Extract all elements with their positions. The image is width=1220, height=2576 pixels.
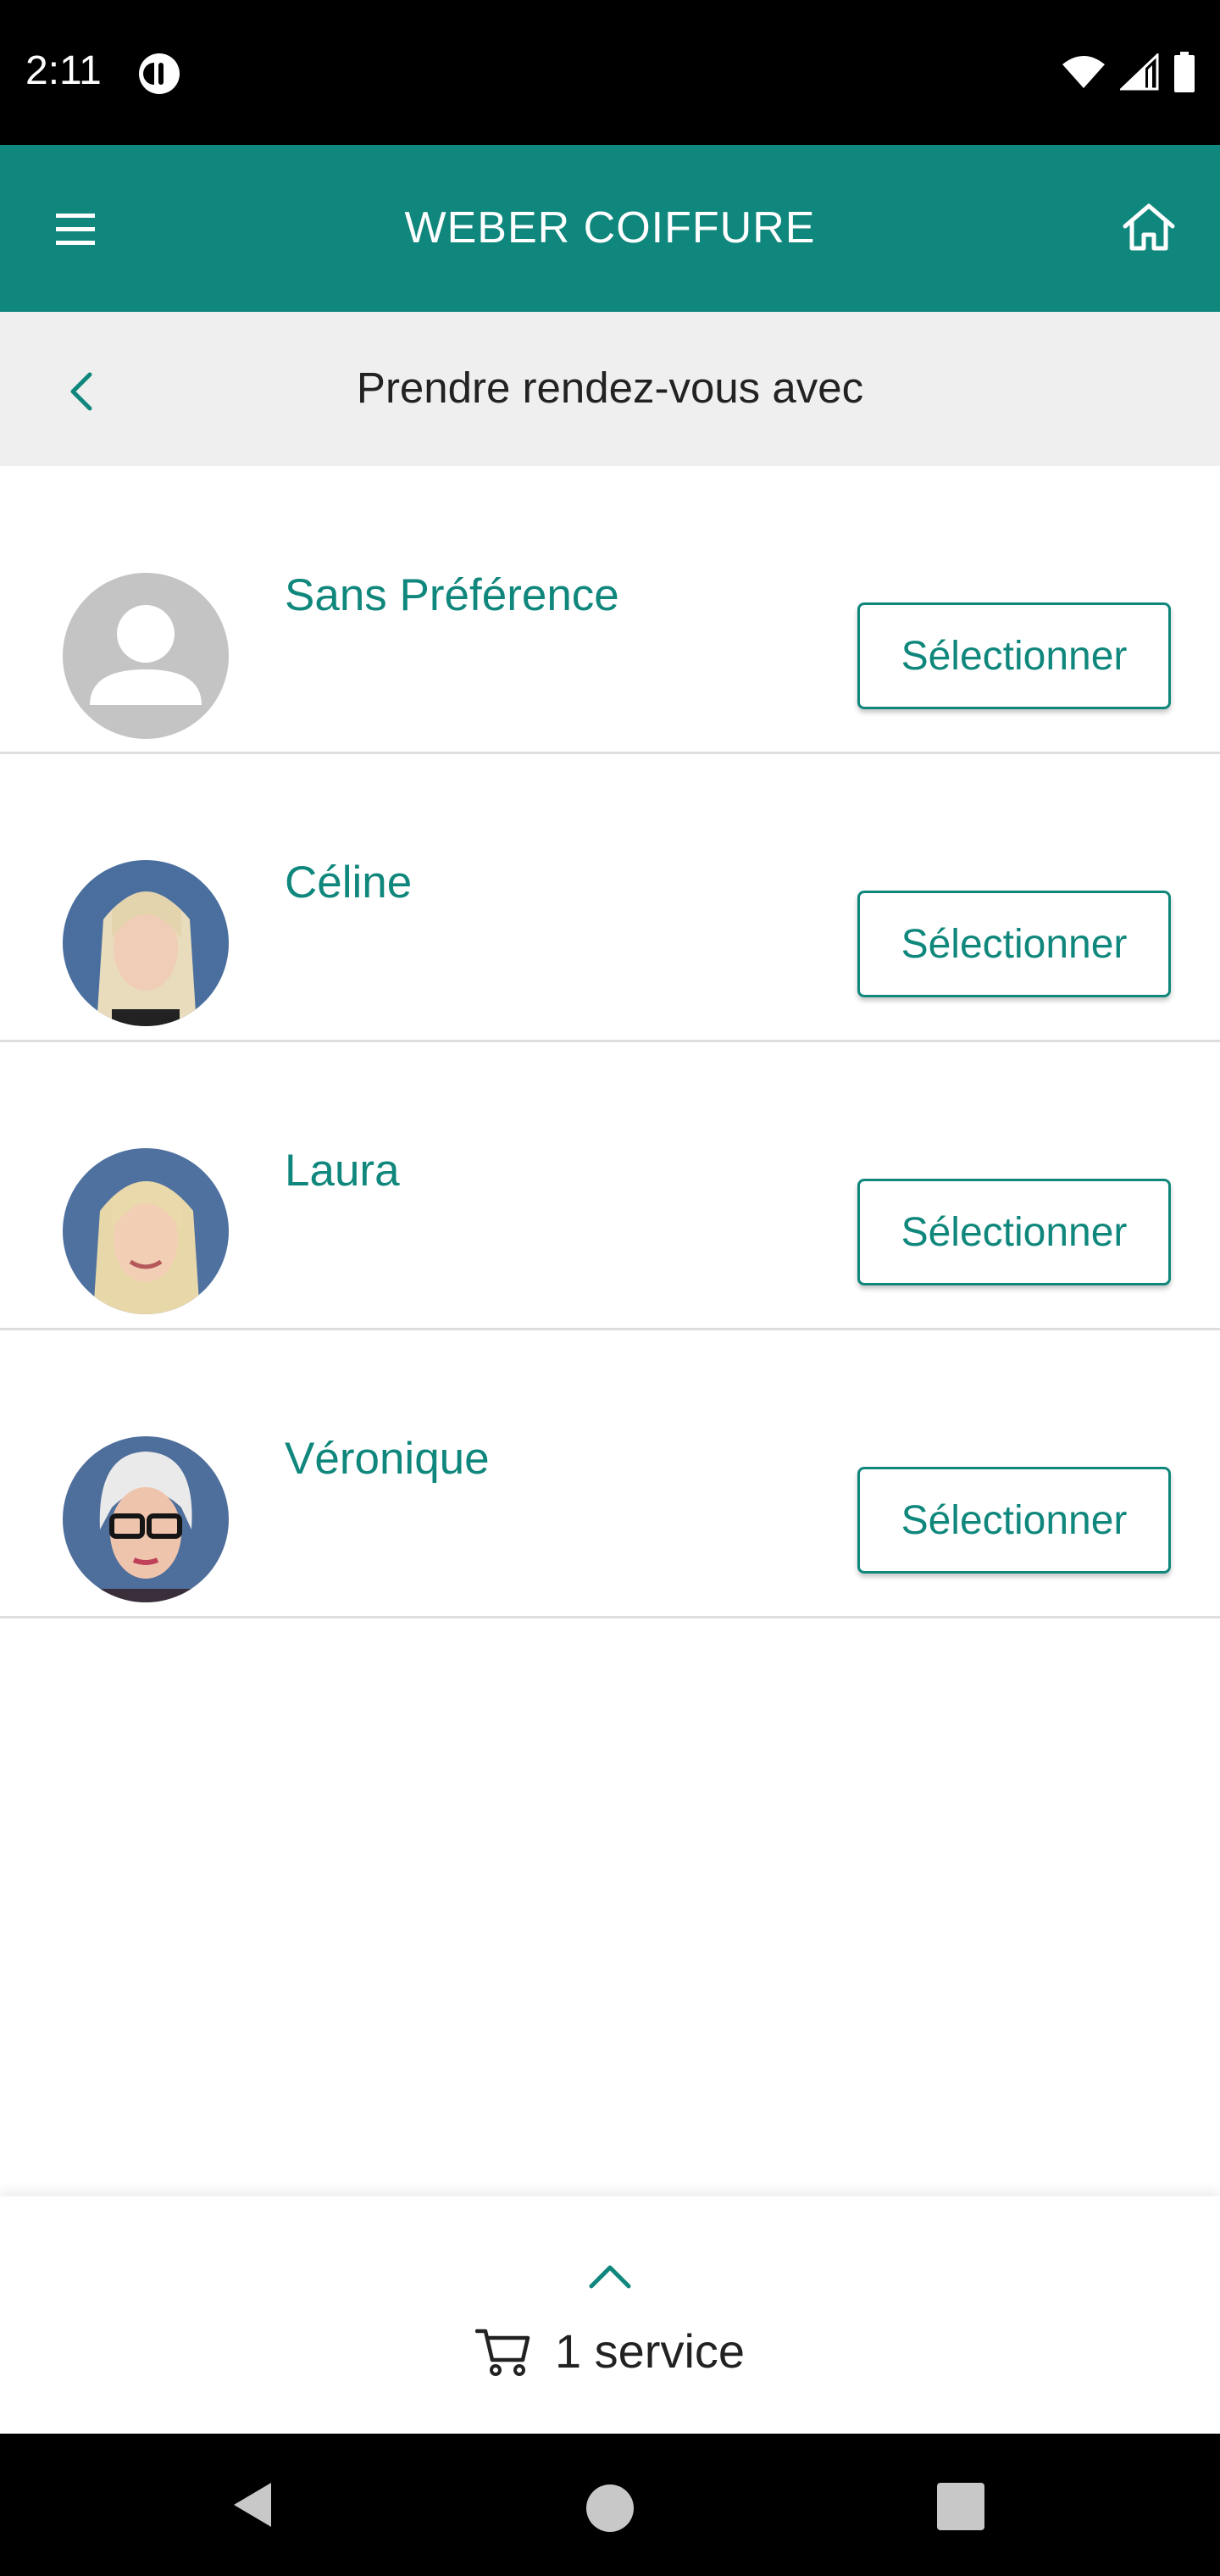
person-icon — [90, 605, 202, 705]
sub-header: Prendre rendez-vous avec — [0, 312, 1220, 466]
staff-name: Sans Préférence — [285, 570, 619, 620]
app-bar: WEBER COIFFURE — [0, 145, 1220, 312]
app-notification-icon — [139, 53, 180, 94]
wifi-icon — [1062, 56, 1105, 88]
staff-name: Céline — [285, 858, 413, 908]
nav-back-icon[interactable] — [230, 2479, 276, 2530]
staff-name: Laura — [285, 1146, 400, 1196]
select-button[interactable]: Sélectionner — [857, 602, 1171, 709]
select-button[interactable]: Sélectionner — [857, 891, 1171, 997]
portrait-image — [63, 860, 229, 1026]
portrait-image — [63, 1436, 229, 1602]
staff-photo-avatar — [63, 1436, 229, 1602]
staff-row-celine: Céline Sélectionner — [0, 754, 1220, 1042]
system-navigation-bar — [0, 2434, 1220, 2576]
default-person-avatar — [63, 573, 229, 739]
staff-row-veronique: Véronique Sélectionner — [0, 1330, 1220, 1618]
cart-count-label: 1 service — [554, 2324, 746, 2378]
cart-summary[interactable]: 1 service — [0, 2323, 1220, 2379]
app-title: WEBER COIFFURE — [404, 203, 816, 253]
signal-icon — [1120, 53, 1159, 91]
portrait-image — [63, 1148, 229, 1314]
home-icon[interactable] — [1118, 197, 1179, 257]
status-bar: 2:11 — [0, 0, 1220, 145]
chevron-up-icon[interactable] — [586, 2262, 634, 2291]
nav-recents-icon[interactable] — [937, 2483, 984, 2530]
staff-name: Véronique — [285, 1434, 490, 1484]
staff-row-sans-preference: Sans Préférence Sélectionner — [0, 466, 1220, 754]
staff-photo-avatar — [63, 1148, 229, 1314]
select-button[interactable]: Sélectionner — [857, 1467, 1171, 1574]
battery-icon — [1174, 52, 1195, 92]
nav-home-icon[interactable] — [586, 2484, 634, 2532]
status-icons — [1061, 51, 1196, 93]
status-time: 2:11 — [25, 48, 102, 93]
page-title: Prendre rendez-vous avec — [356, 364, 864, 412]
select-button[interactable]: Sélectionner — [857, 1179, 1171, 1285]
cart-panel[interactable]: 1 service — [0, 2196, 1220, 2434]
shopping-cart-icon — [474, 2329, 530, 2376]
staff-photo-avatar — [63, 860, 229, 1026]
staff-row-laura: Laura Sélectionner — [0, 1042, 1220, 1330]
